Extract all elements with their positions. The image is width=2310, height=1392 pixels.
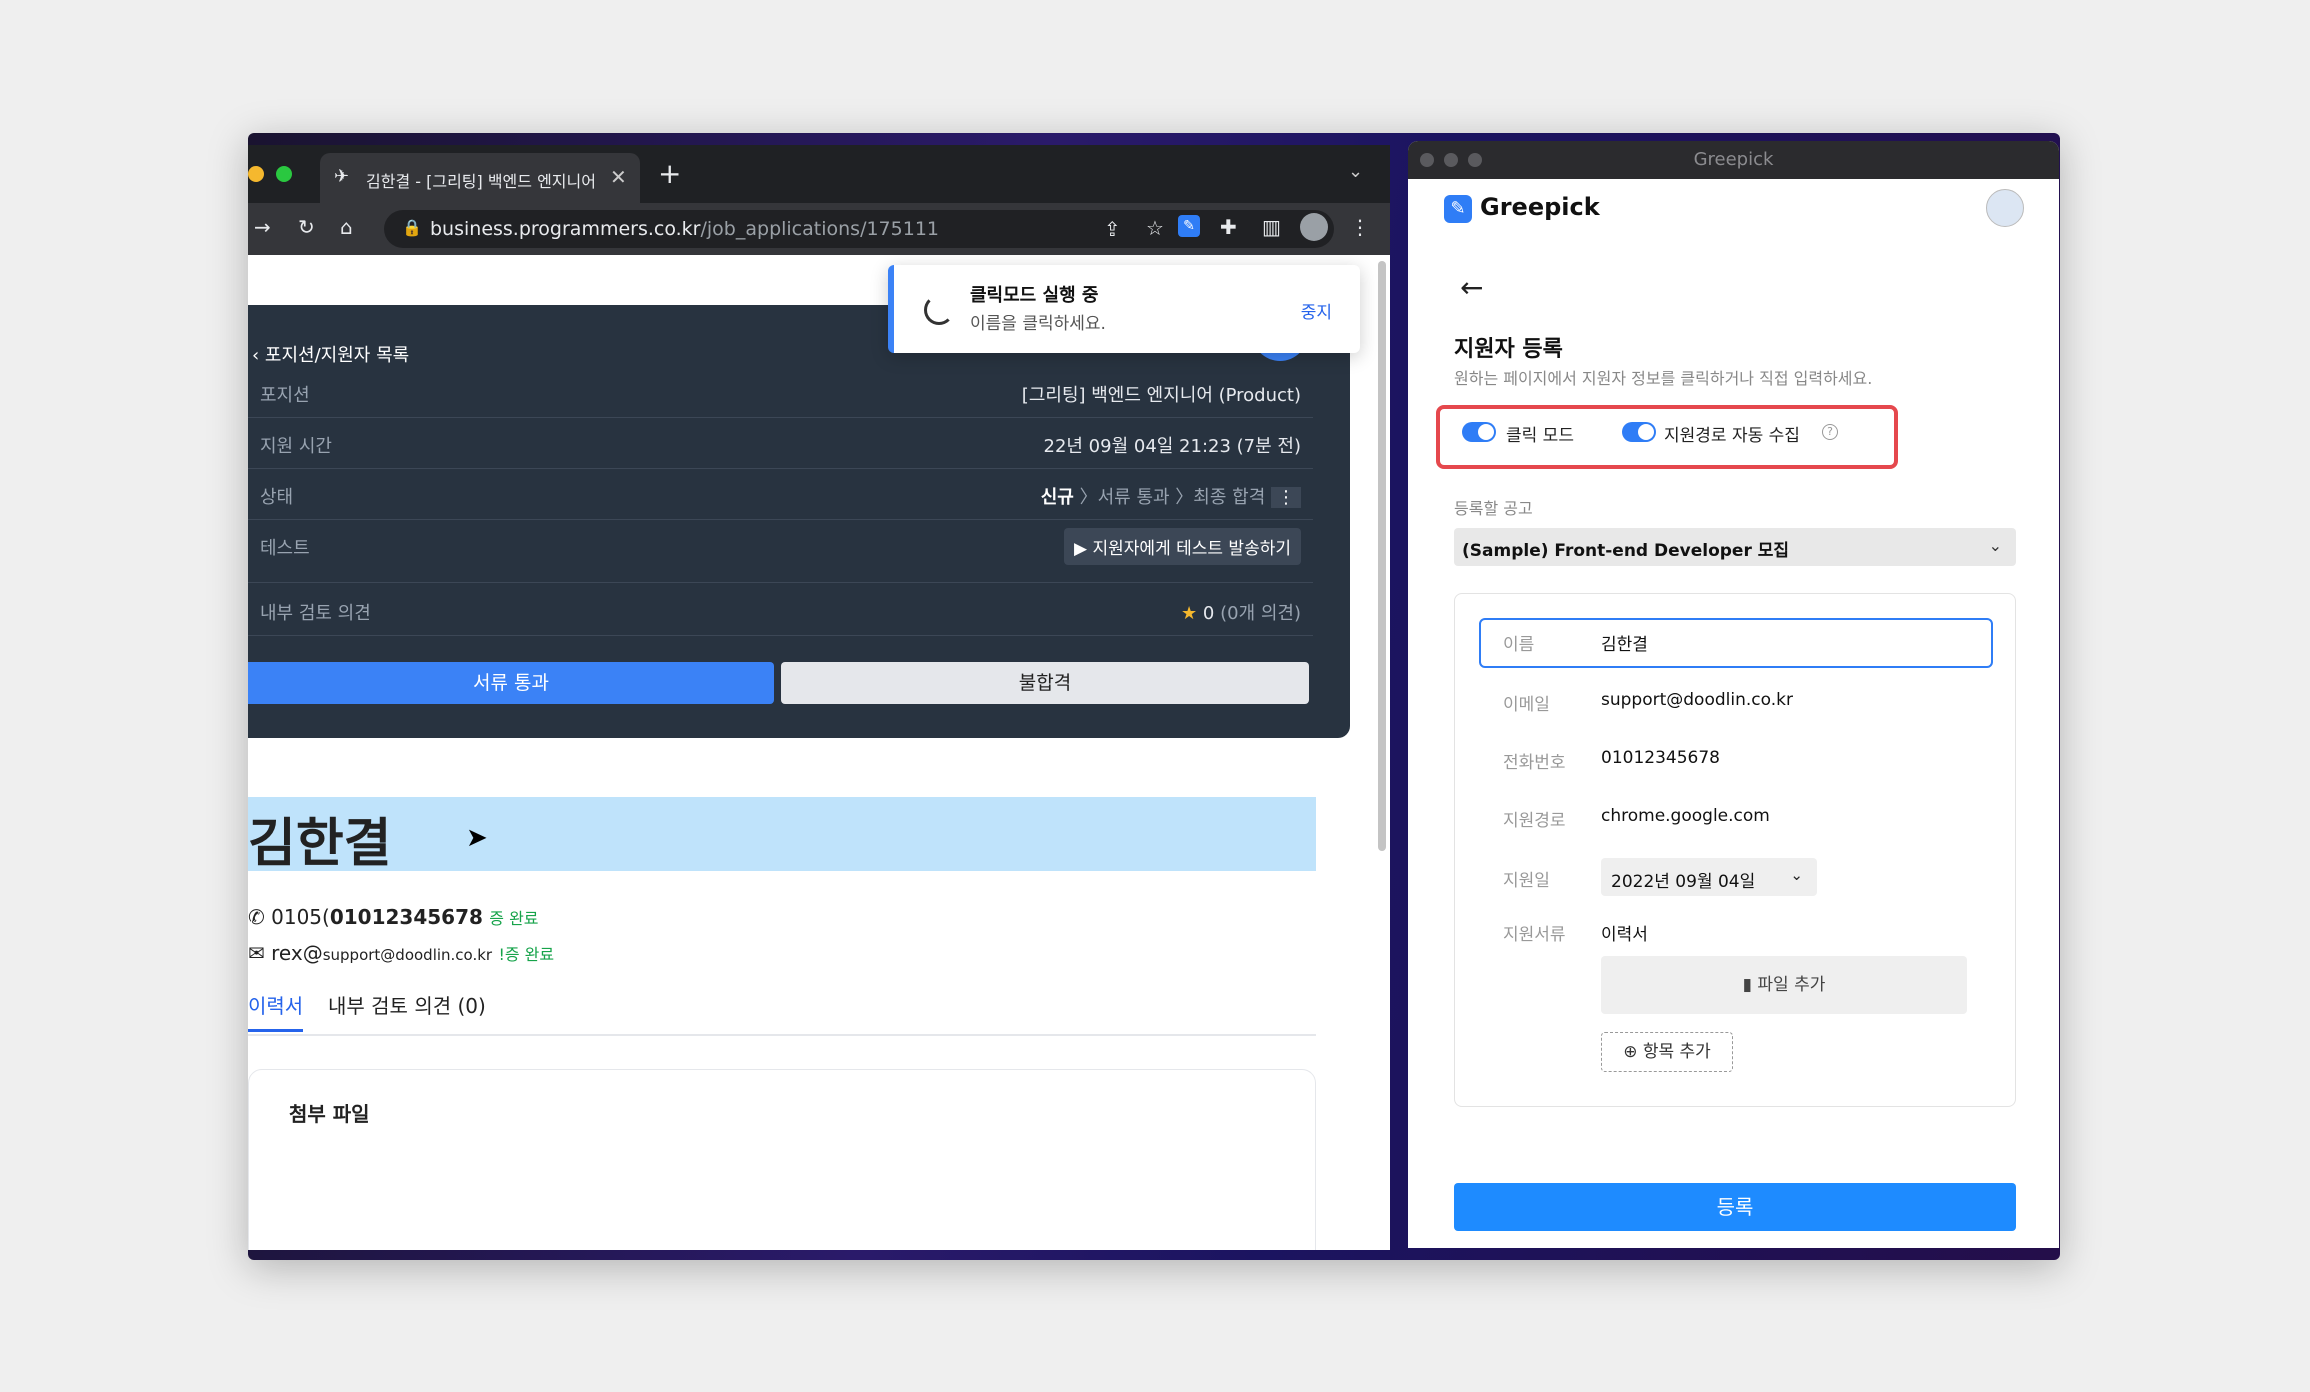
home-icon[interactable]: ⌂ (340, 215, 353, 239)
document-value: 이력서 (1601, 925, 1648, 945)
web-page: ‹ 포지션/지원자 목록 포지션 [그리팅] 백엔드 엔지니어 (Product… (248, 255, 1390, 1250)
scrollbar-thumb[interactable] (1378, 261, 1386, 851)
date-select[interactable]: 2022년 09월 04일 ⌄ (1601, 858, 1817, 896)
browser-window: ✈ 김한결 - [그리팅] 백엔드 엔지니어 (P ✕ + ⌄ → ↻ ⌂ 🔒 … (248, 145, 1390, 1250)
site-favicon-icon: ✈ (334, 166, 350, 187)
info-row-review: 내부 검토 의견 ★ 0 (0개 의견) (248, 583, 1313, 636)
greepick-titlebar: Greepick (1408, 141, 2059, 179)
profile-tabs: 이력서 내부 검토 의견 (0) (248, 990, 1316, 1036)
url-text: business.programmers.co.kr/job_applicati… (430, 218, 940, 240)
click-mode-toggle[interactable] (1462, 422, 1496, 442)
greepick-extension-icon[interactable]: ✎ (1178, 215, 1200, 237)
tab-review[interactable]: 내부 검토 의견 (0) (328, 990, 486, 1019)
toggle-label: 클릭 모드 (1506, 426, 1574, 446)
info-row-applied-time: 지원 시간 22년 09월 04일 21:23 (7분 전) (248, 418, 1313, 469)
chevron-down-icon[interactable]: ⌄ (1348, 161, 1363, 182)
add-file-button[interactable]: ▮ 파일 추가 (1601, 956, 1967, 1014)
phone-line: ✆ 0105(01012345678 증 완료 (248, 905, 539, 929)
file-icon: ▮ (1742, 975, 1752, 995)
applicant-name-highlight[interactable]: 김한결 ➤ (248, 797, 1316, 874)
chevron-down-icon: ⌄ (1988, 536, 2002, 555)
applicant-form: 이름 김한결 이메일 support@doodlin.co.kr 전화번호 01… (1454, 593, 2016, 1107)
name-field[interactable] (1479, 618, 1993, 668)
help-icon[interactable]: ? (1822, 424, 1838, 440)
lock-icon: 🔒 (402, 218, 422, 237)
pass-document-button[interactable]: 서류 통과 (248, 662, 774, 704)
applicant-name[interactable]: 김한결 (248, 801, 392, 876)
tab-title: 김한결 - [그리팅] 백엔드 엔지니어 (P (366, 172, 596, 191)
avatar[interactable] (1986, 189, 2024, 227)
browser-toolbar: → ↻ ⌂ 🔒 business.programmers.co.kr/job_a… (248, 203, 1390, 255)
plus-circle-icon: ⊕ (1623, 1042, 1638, 1062)
share-icon[interactable]: ⇪ (1104, 217, 1121, 241)
greepick-logo-icon: ✎ (1444, 195, 1472, 223)
page-subtitle: 원하는 페이지에서 지원자 정보를 클릭하거나 직접 입력하세요. (1454, 369, 1873, 388)
zoom-dot[interactable] (276, 166, 292, 182)
greepick-logo-text: Greepick (1480, 193, 1600, 221)
forward-icon[interactable]: → (254, 215, 271, 239)
review-count: ★ 0 (0개 의견) (1181, 603, 1301, 624)
browser-tab[interactable]: ✈ 김한결 - [그리팅] 백엔드 엔지니어 (P ✕ (320, 153, 640, 203)
stop-button[interactable]: 중지 (1301, 298, 1332, 323)
back-to-list-link[interactable]: ‹ 포지션/지원자 목록 (252, 341, 409, 367)
info-row-status: 상태 신규 〉서류 통과 〉최종 합격 ⋮ (248, 469, 1313, 520)
attachment-section: 첨부 파일 (248, 1069, 1316, 1250)
page-scrollbar[interactable] (1376, 255, 1386, 1135)
chevron-down-icon: ⌄ (1790, 866, 1803, 884)
phone-icon: ✆ (248, 905, 265, 929)
status-pipeline[interactable]: 신규 〉서류 통과 〉최종 합격 ⋮ (1041, 483, 1301, 509)
email-value[interactable]: support@doodlin.co.kr (1601, 690, 1793, 710)
mail-icon: ✉ (248, 941, 265, 965)
register-button[interactable]: 등록 (1454, 1183, 2016, 1231)
phone-value[interactable]: 01012345678 (1601, 748, 1720, 768)
close-icon[interactable]: ✕ (610, 165, 627, 189)
auto-collect-toggle[interactable] (1622, 422, 1656, 442)
source-value[interactable]: chrome.google.com (1601, 806, 1770, 826)
add-item-button[interactable]: ⊕ 항목 추가 (1601, 1032, 1733, 1072)
back-arrow-icon[interactable]: ← (1460, 271, 1483, 304)
job-label: 등록할 공고 (1454, 499, 1533, 518)
star-icon[interactable]: ☆ (1146, 216, 1164, 240)
new-tab-icon[interactable]: + (658, 157, 681, 190)
info-row-position: 포지션 [그리팅] 백엔드 엔지니어 (Product) (248, 367, 1313, 418)
mouse-cursor-icon: ➤ (466, 823, 488, 853)
info-row-test: 테스트 ▶ 지원자에게 테스트 발송하기 (248, 520, 1313, 583)
kebab-menu-icon[interactable]: ⋮ (1350, 215, 1370, 239)
reload-icon[interactable]: ↻ (298, 215, 315, 239)
more-icon: ⋮ (1271, 487, 1301, 508)
applicant-summary-card: ‹ 포지션/지원자 목록 포지션 [그리팅] 백엔드 엔지니어 (Product… (248, 305, 1350, 738)
profile-avatar-icon[interactable] (1300, 213, 1328, 241)
minimize-dot[interactable] (248, 166, 264, 182)
tab-strip: ✈ 김한결 - [그리팅] 백엔드 엔지니어 (P ✕ + ⌄ (248, 145, 1390, 203)
toggle-label: 지원경로 자동 수집 (1664, 426, 1800, 446)
send-test-button[interactable]: ▶ 지원자에게 테스트 발송하기 (1064, 528, 1301, 565)
job-select[interactable]: (Sample) Front-end Developer 모집 ⌄ (1454, 528, 2016, 566)
tab-resume[interactable]: 이력서 (248, 990, 304, 1032)
greepick-window: Greepick ✎ Greepick ← 지원자 등록 원하는 페이지에서 지… (1408, 141, 2059, 1248)
reject-button[interactable]: 불합격 (781, 662, 1309, 704)
name-value[interactable]: 김한결 (1601, 630, 1648, 655)
spinner-icon (924, 295, 954, 325)
star-icon: ★ (1181, 603, 1198, 624)
page-title: 지원자 등록 (1454, 337, 1563, 362)
click-mode-toast: 클릭모드 실행 중 이름을 클릭하세요. 중지 (888, 265, 1360, 353)
sidepanel-icon[interactable]: ▥ (1262, 215, 1281, 239)
puzzle-icon[interactable]: ✚ (1220, 215, 1237, 239)
email-line: ✉ rex@support@doodlin.co.kr !증 완료 (248, 941, 555, 965)
